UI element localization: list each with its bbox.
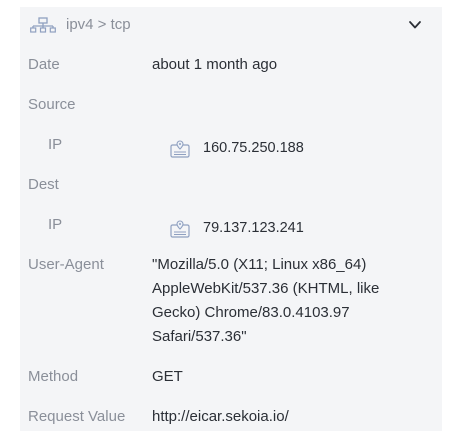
request-value-label: Request Value [28,408,126,425]
user-agent-label: User-Agent [28,256,104,273]
method-value: GET [152,368,183,385]
chevron-down-icon[interactable] [408,18,422,32]
source-ip-value[interactable]: 160.75.250.188 [203,136,304,160]
source-ip-label: IP [48,136,63,153]
dest-label: Dest [28,176,59,193]
user-agent-value: "Mozilla/5.0 (X11; Linux x86_64) AppleWe… [152,256,380,345]
network-icon [30,17,56,33]
location-pin-icon [170,140,190,158]
dest-ip-value[interactable]: 79.137.123.241 [203,216,304,240]
panel-header[interactable]: ipv4 > tcp [20,7,442,43]
date-value: about 1 month ago [152,56,278,73]
location-pin-icon [170,220,190,238]
date-label: Date [28,56,60,73]
event-detail-panel: ipv4 > tcp Date about 1 month ago Source… [20,7,442,431]
method-label: Method [28,368,79,385]
dest-ip-label: IP [48,216,63,233]
source-label: Source [28,96,76,113]
header-title: ipv4 > tcp [66,16,131,33]
request-value-value: http://eicar.sekoia.io/ [152,408,289,425]
